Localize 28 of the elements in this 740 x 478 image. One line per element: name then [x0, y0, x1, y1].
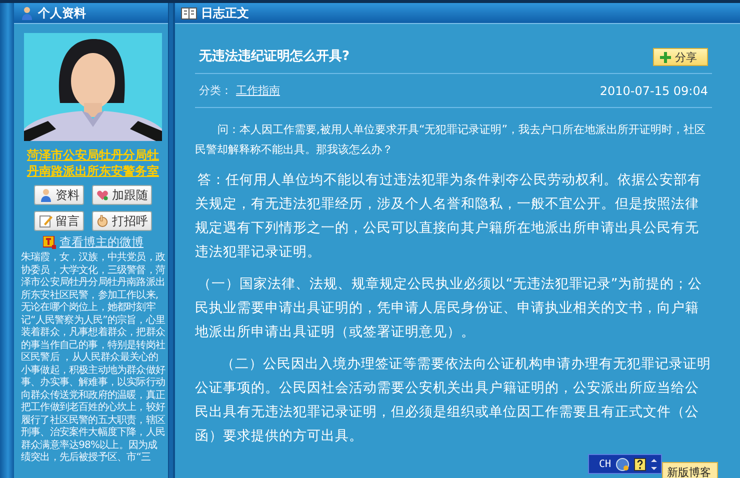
weibo-icon	[42, 236, 56, 249]
globe-icon[interactable]	[616, 458, 630, 470]
help-icon[interactable]	[634, 458, 646, 470]
follow-button[interactable]: 加跟随	[92, 185, 152, 205]
ime-language[interactable]: CH	[593, 458, 612, 470]
question-text: 问：本人因工作需要,被用人单位要求开具“无犯罪记录证明”，我去户口所在地派出所开证明时，社区民警却解释称不能出具。那我该怎么办？	[195, 122, 707, 158]
bio-text: 朱瑞霞，女，汉族，中共党员，政协委员，大学文化，三级警督，菏泽市公安局牡丹分局牡丹南路派出所东安社区民警，参加工作以来,无论在哪个岗位上，她都时刻牢记“人民警察为人民”的宗旨，心里装着群众，凡事想着群众，把群众的事当作自己的事，特别是转岗社区民警后 ，从人民群众最关心的小事做起，积极主动地为群众做好事、办实事、解难事，以实际行动向群众传送党和政府的温暖，真正把工作做到老百姓的心坎上，较好履行了社区民警的五大职责，辖区刑事、治安案件大幅度下降，人民群众满意率达98%以上。因为成绩突出，先后被授予区、市“三	[21, 252, 165, 464]
person-icon	[38, 188, 52, 202]
scroll-arrows-icon[interactable]	[651, 458, 658, 470]
answer-paragraph: 答：任何用人单位均不能以有过违法犯罪为条件剥夺公民劳动权利。依据公安部有关规定，有无违法犯罪经历，涉及个人名誉和隐私，一般不宜公开。但是按照法律规定遇有下列情形之一的，公民可以直接向其户籍所在地派出所申请出具公民有无违法犯罪记录证明。	[195, 171, 703, 262]
hand-icon	[96, 214, 109, 228]
answer-paragraph: （一）国家法律、法规、规章规定公民执业必须以“无违法犯罪记录”为前提的；公民执业需要申请出具证明的，凭申请人居民身份证、申请执业相关的文书，向户籍地派出所申请出具证明（或签署证明意见）。	[195, 275, 703, 342]
post-title: 无违法违纪证明怎么开具?	[199, 48, 350, 65]
greet-button[interactable]: 打招呼	[92, 211, 152, 231]
answer-paragraph: （二）公民因出入境办理签证等需要依法向公证机构申请办理有无犯罪记录证明公证事项的。公民因社会活动需要公安机关出具户籍证明的，公安派出所应当给公民出具有无违法犯罪记录证明，但必须是组织或单位因工作需要且有正式文件（公函）要求提供的方可出具。	[195, 355, 712, 446]
book-icon	[181, 6, 197, 20]
plus-icon	[660, 52, 671, 62]
pencil-note-icon	[38, 214, 52, 228]
message-button[interactable]: 留言	[34, 211, 84, 231]
person-icon	[20, 6, 34, 20]
panel-title: 个人资料	[38, 4, 86, 22]
panel-title: 日志正文	[201, 4, 249, 22]
new-blog-button[interactable]: 新版博客	[662, 462, 718, 478]
share-button[interactable]: 分享	[653, 48, 708, 66]
heart-icon	[96, 188, 109, 202]
category-label: 分类：	[199, 83, 232, 98]
profile-button[interactable]: 资料	[34, 185, 84, 205]
post-date: 2010-07-15 09:04	[600, 84, 708, 98]
